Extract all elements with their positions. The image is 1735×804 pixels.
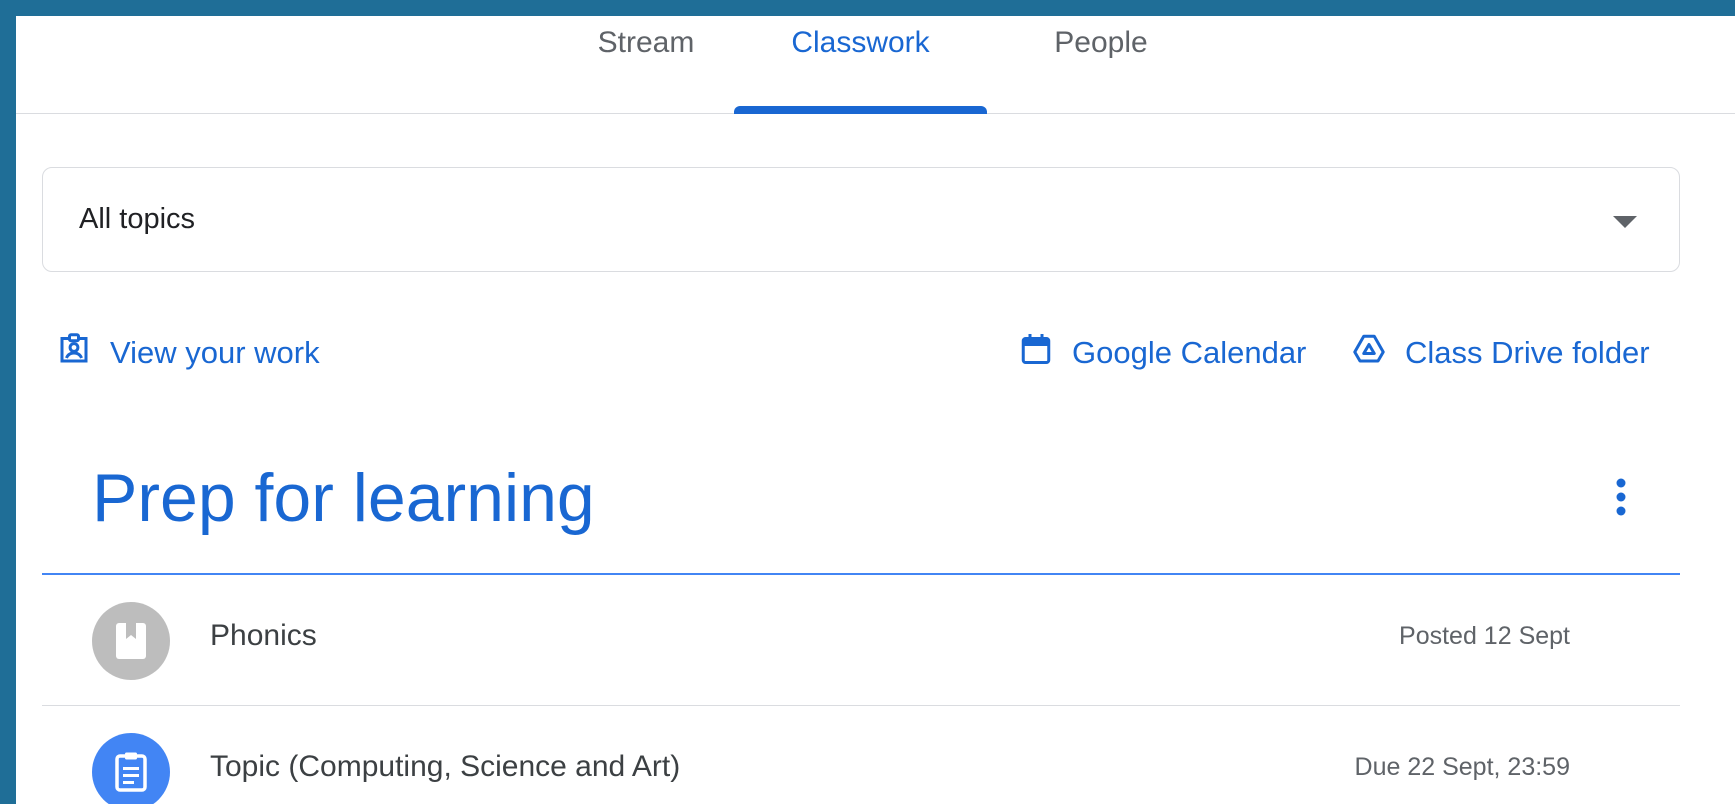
class-drive-folder-link[interactable]: Class Drive folder (1351, 328, 1650, 378)
google-calendar-link[interactable]: Google Calendar (1018, 328, 1306, 378)
tab-stream-label: Stream (597, 26, 695, 59)
drive-icon (1351, 331, 1387, 375)
active-tab-indicator (734, 106, 987, 114)
topic-section-title: Prep for learning (92, 460, 595, 536)
tab-bar: Stream Classwork People (16, 16, 1735, 114)
classwork-item-topic[interactable]: Topic (Computing, Science and Art) Due 2… (42, 706, 1680, 804)
more-vert-icon (1615, 477, 1627, 522)
view-your-work-link[interactable]: View your work (56, 328, 320, 378)
topic-filter-select[interactable]: All topics (42, 167, 1680, 272)
arrow-drop-down-icon (1613, 216, 1637, 228)
tab-stream[interactable]: Stream (571, 16, 721, 113)
tab-classwork[interactable]: Classwork (734, 16, 987, 114)
calendar-icon (1018, 331, 1054, 375)
classwork-item-phonics[interactable]: Phonics Posted 12 Sept (42, 575, 1680, 705)
assignment-ind-icon (56, 331, 92, 375)
tab-people-label: People (1054, 26, 1148, 59)
classwork-item-title: Topic (Computing, Science and Art) (210, 750, 681, 783)
classwork-item-due-date: Due 22 Sept, 23:59 (1354, 753, 1570, 781)
topic-filter-value: All topics (79, 203, 196, 235)
google-calendar-label: Google Calendar (1072, 335, 1307, 370)
class-drive-folder-label: Class Drive folder (1405, 335, 1650, 370)
classwork-item-title: Phonics (210, 619, 317, 652)
view-your-work-label: View your work (110, 335, 320, 370)
topic-options-button[interactable] (1596, 474, 1646, 524)
tab-people[interactable]: People (1026, 16, 1176, 113)
tab-classwork-label: Classwork (791, 26, 930, 59)
classwork-item-posted-date: Posted 12 Sept (1399, 622, 1570, 650)
assignment-icon (92, 733, 170, 804)
classroom-page: Stream Classwork People All topics View … (16, 16, 1735, 804)
material-icon (92, 602, 170, 680)
